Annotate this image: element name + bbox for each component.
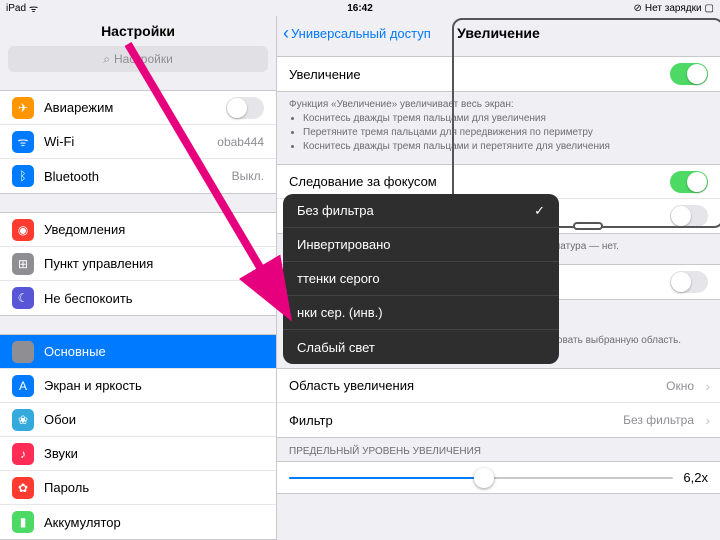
sidebar-item-Wi-Fi[interactable]: ᯤWi-Fiobab444 bbox=[0, 125, 276, 159]
search-input[interactable]: ⌕ Настройки bbox=[8, 46, 268, 72]
back-button[interactable]: ‹ Универсальный доступ bbox=[283, 23, 431, 44]
max-zoom-header: ПРЕДЕЛЬНЫЙ УРОВЕНЬ УВЕЛИЧЕНИЯ bbox=[277, 438, 720, 461]
search-icon: ⌕ bbox=[103, 52, 110, 67]
app-icon: ☾ bbox=[12, 287, 34, 309]
max-zoom-slider-row: 6,2x bbox=[277, 462, 720, 493]
zoom-region-row[interactable]: Область увеличения Окно › bbox=[277, 369, 720, 403]
slider-thumb[interactable] bbox=[474, 468, 494, 488]
chevron-left-icon: ‹ bbox=[283, 23, 289, 44]
sidebar-item-Аккумулятор[interactable]: ▮Аккумулятор bbox=[0, 505, 276, 539]
filter-row[interactable]: Фильтр Без фильтра › bbox=[277, 403, 720, 437]
app-icon: ⊞ bbox=[12, 253, 34, 275]
filter-option[interactable]: Слабый свет bbox=[283, 330, 559, 364]
toggle[interactable] bbox=[226, 97, 264, 119]
detail-title: Увеличение bbox=[457, 25, 540, 41]
sidebar-item-Авиарежим[interactable]: ✈Авиарежим bbox=[0, 91, 276, 125]
check-icon: ✓ bbox=[534, 203, 545, 219]
sidebar-item-Пункт управления[interactable]: ⊞Пункт управления bbox=[0, 247, 276, 281]
sidebar-item-Уведомления[interactable]: ◉Уведомления bbox=[0, 213, 276, 247]
filter-option[interactable]: ттенки серого bbox=[283, 262, 559, 296]
sidebar-item-Обои[interactable]: ❀Обои bbox=[0, 403, 276, 437]
app-icon: ♪ bbox=[12, 443, 34, 465]
app-icon: A bbox=[12, 375, 34, 397]
sidebar-item-Не беспокоить[interactable]: ☾Не беспокоить bbox=[0, 281, 276, 315]
filter-option[interactable]: нки сер. (инв.) bbox=[283, 296, 559, 330]
max-zoom-slider[interactable] bbox=[289, 477, 673, 479]
detail-pane: ‹ Универсальный доступ Увеличение Увелич… bbox=[277, 16, 720, 540]
app-icon: ᛒ bbox=[12, 165, 34, 187]
app-icon: ᯤ bbox=[12, 131, 34, 153]
app-icon: ◉ bbox=[12, 219, 34, 241]
follow-toggle[interactable] bbox=[670, 171, 708, 193]
sidebar-item-Пароль[interactable]: ✿Пароль bbox=[0, 471, 276, 505]
settings-sidebar: Настройки ⌕ Настройки ✈АвиарежимᯤWi-Fiob… bbox=[0, 16, 277, 540]
zoom-toggle-row[interactable]: Увеличение bbox=[277, 57, 720, 91]
app-icon: ▮ bbox=[12, 511, 34, 533]
sidebar-item-Экран и яркость[interactable]: AЭкран и яркость bbox=[0, 369, 276, 403]
controller-toggle[interactable] bbox=[670, 271, 708, 293]
status-bar: iPad ᯤ 16:42 ⊘Нет зарядки▢ bbox=[0, 0, 720, 16]
app-icon: ✈ bbox=[12, 97, 34, 119]
sidebar-item-Основные[interactable]: ⚙Основные bbox=[0, 335, 276, 369]
app-icon: ✿ bbox=[12, 477, 34, 499]
chevron-right-icon: › bbox=[705, 378, 710, 394]
settings-title: Настройки bbox=[101, 23, 175, 39]
sidebar-header: Настройки bbox=[0, 16, 276, 46]
chevron-right-icon: › bbox=[705, 412, 710, 428]
filter-option[interactable]: Без фильтра✓ bbox=[283, 194, 559, 228]
app-icon: ⚙ bbox=[12, 341, 34, 363]
zoom-description: Функция «Увеличение» увеличивает весь эк… bbox=[277, 92, 720, 160]
filter-option[interactable]: Инвертировано bbox=[283, 228, 559, 262]
detail-header: ‹ Универсальный доступ Увеличение bbox=[277, 16, 720, 50]
app-icon: ❀ bbox=[12, 409, 34, 431]
filter-popup: Без фильтра✓Инвертированоттенки серогонк… bbox=[283, 194, 559, 364]
smart-toggle[interactable] bbox=[670, 205, 708, 227]
zoom-toggle[interactable] bbox=[670, 63, 708, 85]
sidebar-item-Bluetooth[interactable]: ᛒBluetoothВыкл. bbox=[0, 159, 276, 193]
sidebar-item-Звуки[interactable]: ♪Звуки bbox=[0, 437, 276, 471]
